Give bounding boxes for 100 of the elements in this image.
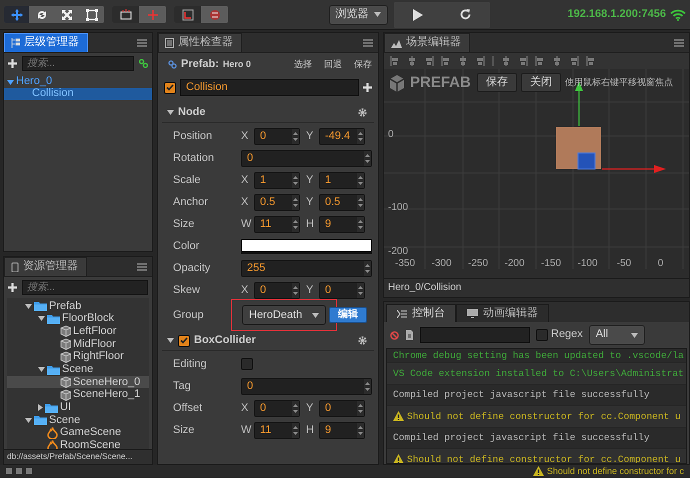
document-icon[interactable] [405,330,414,340]
clear-icon[interactable] [390,330,399,340]
number-field[interactable]: 11 [254,422,300,439]
tree-item[interactable]: SceneHero_0 [7,376,149,388]
menu-icon[interactable] [137,263,147,271]
link-icon[interactable] [139,59,148,68]
tool-button[interactable] [79,6,104,23]
spinner-icon[interactable] [357,216,364,232]
prefab-action-link[interactable]: 回退 [324,59,342,70]
caret-down-icon[interactable] [312,312,319,318]
edit-button[interactable]: 编辑 [329,307,367,324]
menu-icon[interactable] [137,39,147,47]
gear-icon[interactable] [358,336,367,346]
align-icon[interactable] [518,56,528,66]
number-field[interactable]: 11 [254,216,300,233]
preview-address[interactable]: 192.168.1.200:7456 [568,8,666,22]
number-field[interactable]: 1 [254,172,300,189]
play-button[interactable] [394,2,442,28]
banner-button[interactable]: 关闭 [520,73,561,92]
tool-button[interactable] [4,6,29,23]
toggle-button[interactable] [174,6,201,23]
spinner-icon[interactable] [292,422,299,438]
toggle-button[interactable] [139,6,166,23]
panel-tab[interactable]: 场景编辑器 [384,33,470,52]
checkbox[interactable] [241,358,253,370]
number-field[interactable]: 0.5 [319,194,365,211]
spinner-icon[interactable] [357,172,364,188]
number-field[interactable]: 0 [254,400,300,417]
number-field[interactable]: 9 [319,216,365,233]
spinner-icon[interactable] [357,128,364,144]
spinner-icon[interactable] [357,422,364,438]
level-dropdown[interactable]: All [588,325,645,345]
menu-icon[interactable] [363,39,373,47]
number-field[interactable]: -49.4 [319,128,365,145]
prefab-action-link[interactable]: 保存 [354,59,372,70]
align-icon[interactable] [390,56,400,66]
align-icon[interactable] [535,56,545,66]
spinner-icon[interactable] [292,400,299,416]
panel-tab[interactable]: 属性检查器 [158,33,242,52]
tree-item[interactable]: MidFloor [7,338,149,350]
plus-icon[interactable] [363,83,372,92]
plus-icon[interactable] [8,59,17,68]
x-axis-arrow[interactable] [602,165,666,173]
spinner-icon[interactable] [292,216,299,232]
console-tab[interactable]: 动画编辑器 [456,304,549,322]
node-name-field[interactable]: Collision [180,79,359,96]
regex-checkbox[interactable] [536,329,548,341]
platform-dropdown[interactable]: 浏览器 [328,4,388,24]
active-checkbox[interactable] [164,82,176,94]
tool-button[interactable] [29,6,54,23]
tree-item[interactable]: RoomScene [7,440,149,450]
caret-down-icon[interactable] [630,332,638,338]
tree-item[interactable]: LeftFloor [7,325,149,338]
number-field[interactable]: 0 [319,400,365,417]
spinner-icon[interactable] [292,172,299,188]
toggle-button[interactable] [201,6,228,23]
caret-down-icon[interactable] [25,418,32,423]
spinner-icon[interactable] [357,400,364,416]
align-icon[interactable] [501,56,511,66]
section-header[interactable]: BoxCollider [162,331,374,352]
caret-down-icon[interactable] [167,338,174,344]
number-field[interactable]: 255 [241,260,372,277]
number-field[interactable]: 0 [241,150,372,167]
align-icon[interactable] [552,56,562,66]
number-field[interactable]: 0 [254,282,300,299]
group-dropdown[interactable]: HeroDeath [242,305,326,326]
tree-item[interactable]: Scene [7,414,149,426]
spinner-icon[interactable] [292,128,299,144]
panel-tab[interactable]: 资源管理器 [4,257,87,276]
number-field[interactable]: 9 [319,422,365,439]
tree-item[interactable]: Collision [4,88,152,100]
caret-down-icon[interactable] [374,12,381,17]
refresh-button[interactable] [442,2,490,28]
tree-item[interactable]: RightFloor [7,350,149,363]
spinner-icon[interactable] [364,150,371,166]
tree-item[interactable]: FloorBlock [7,312,149,325]
align-icon[interactable] [569,56,579,66]
component-checkbox[interactable] [178,334,190,347]
spinner-icon[interactable] [292,282,299,298]
prefab-action-link[interactable]: 选择 [294,59,312,70]
caret-down-icon[interactable] [7,80,14,84]
toggle-button[interactable] [112,6,139,23]
tree-item[interactable]: SceneHero_1 [7,388,149,401]
align-icon[interactable] [586,56,596,66]
number-field[interactable]: 0 [254,128,300,145]
spinner-icon[interactable] [357,194,364,210]
panel-tab[interactable]: 层级管理器 [4,33,88,52]
tree-item[interactable]: Prefab [7,300,149,312]
console-tab[interactable]: 控制台 [386,304,456,322]
tree-item[interactable]: GameScene [7,426,149,440]
number-field[interactable]: 0 [241,378,372,395]
number-field[interactable]: 0 [319,282,365,299]
caret-down-icon[interactable] [167,110,174,116]
spinner-icon[interactable] [292,194,299,210]
number-field[interactable]: 1 [319,172,365,189]
align-icon[interactable] [475,56,485,66]
align-icon[interactable] [424,56,434,66]
align-icon[interactable] [407,56,417,66]
spinner-icon[interactable] [357,282,364,298]
section-header[interactable]: Node [162,103,374,124]
